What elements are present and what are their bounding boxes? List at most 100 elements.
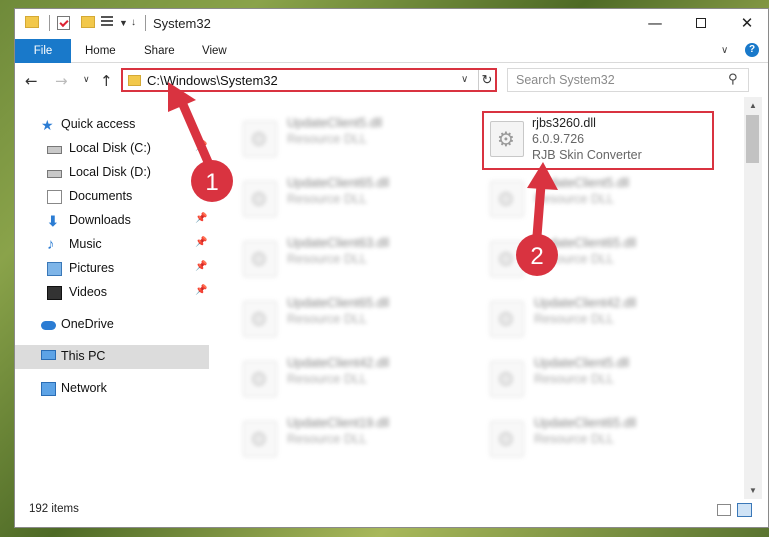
dll-file-icon	[490, 121, 524, 157]
file-name: UpdateClient65.dll	[287, 176, 390, 190]
sidebar-item-label: Documents	[69, 189, 133, 203]
file-type: Resource DLL	[534, 312, 614, 326]
sidebar-item-downloads[interactable]: ⬇ Downloads 📌	[15, 209, 209, 233]
sidebar-item-label: Network	[61, 381, 107, 395]
scroll-down-icon[interactable]: ▼	[744, 482, 762, 499]
sidebar-item-onedrive[interactable]: OneDrive	[15, 313, 209, 337]
pin-icon: 📌	[195, 285, 208, 296]
file-type: Resource DLL	[534, 192, 614, 206]
dll-file-icon	[490, 361, 524, 397]
film-icon	[47, 286, 62, 300]
scroll-thumb[interactable]	[746, 115, 759, 163]
properties-icon[interactable]	[57, 16, 70, 30]
file-name: UpdateClient65.dll	[534, 416, 637, 430]
file-type: Resource DLL	[287, 432, 367, 446]
back-button[interactable]: ←	[25, 72, 38, 90]
sidebar-item-videos[interactable]: Videos 📌	[15, 281, 209, 305]
tab-view[interactable]: View	[202, 39, 227, 63]
dll-file-icon	[243, 421, 277, 457]
file-name: UpdateClient42.dll	[534, 296, 637, 310]
tab-file[interactable]: File	[15, 39, 71, 63]
dll-file-icon	[490, 181, 524, 217]
file-type: Resource DLL	[287, 312, 367, 326]
sidebar-item-this-pc[interactable]: This PC	[15, 345, 209, 369]
file-item[interactable]: UpdateClient63.dll Resource DLL	[235, 231, 467, 287]
file-type: Resource DLL	[287, 372, 367, 386]
help-icon[interactable]: ?	[745, 43, 759, 57]
close-button[interactable]: ✕	[724, 9, 768, 39]
dll-file-icon	[490, 241, 524, 277]
file-list: UpdateClient5.dll Resource DLL UpdateCli…	[211, 97, 741, 497]
scroll-up-icon[interactable]: ▲	[744, 97, 762, 114]
documents-icon	[47, 190, 62, 204]
file-name: UpdateClient5.dll	[534, 176, 630, 190]
file-name: UpdateClient63.dll	[287, 236, 390, 250]
file-item[interactable]: UpdateClient42.dll Resource DLL	[235, 351, 467, 407]
sidebar-item-pictures[interactable]: Pictures 📌	[15, 257, 209, 281]
new-folder-icon[interactable]	[81, 16, 95, 28]
sidebar-item-local-disk-d[interactable]: Local Disk (D:)	[15, 161, 209, 185]
large-icons-view-icon[interactable]	[737, 503, 752, 517]
drive-icon	[47, 170, 62, 178]
up-button[interactable]: ↑	[100, 72, 113, 90]
file-item[interactable]: UpdateClient65.dll Resource DLL	[235, 171, 467, 227]
address-bar[interactable]: C:\Windows\System32 ∨ ↻	[121, 68, 497, 92]
file-name: UpdateClient65.dll	[534, 236, 637, 250]
sidebar-item-quick-access[interactable]: ★ Quick access	[15, 113, 209, 137]
pictures-icon	[47, 262, 62, 276]
refresh-button[interactable]: ↻	[478, 70, 495, 90]
sidebar-item-label: This PC	[61, 349, 106, 363]
file-item[interactable]: UpdateClient5.dll Resource DLL	[235, 111, 467, 167]
status-bar: 192 items	[15, 499, 768, 523]
file-description: RJB Skin Converter	[532, 148, 642, 162]
cloud-icon	[41, 321, 56, 330]
file-type: Resource DLL	[534, 372, 614, 386]
sidebar-item-documents[interactable]: Documents	[15, 185, 209, 209]
dll-file-icon	[243, 241, 277, 277]
address-path[interactable]: C:\Windows\System32	[147, 73, 278, 88]
file-item[interactable]: UpdateClient5.dll Resource DLL	[482, 351, 714, 407]
pin-icon[interactable]: ↓	[131, 17, 136, 28]
search-placeholder: Search System32	[516, 73, 615, 87]
file-type: Resource DLL	[534, 252, 614, 266]
pin-icon: 📌	[195, 213, 208, 224]
highlighted-file-item[interactable]: rjbs3260.dll 6.0.9.726 RJB Skin Converte…	[482, 111, 714, 170]
search-icon[interactable]: ⚲	[728, 72, 738, 87]
minimize-button[interactable]: —	[632, 9, 678, 39]
details-view-icon[interactable]	[717, 504, 731, 516]
view-icon[interactable]	[101, 16, 115, 29]
sidebar-item-music[interactable]: ♪ Music 📌	[15, 233, 209, 257]
sidebar-item-label: Quick access	[61, 117, 136, 131]
address-dropdown-icon[interactable]: ∨	[461, 74, 468, 85]
file-item[interactable]: UpdateClient42.dll Resource DLL	[482, 291, 714, 347]
window-title: System32	[153, 16, 211, 31]
maximize-button[interactable]	[678, 9, 724, 39]
forward-button[interactable]: →	[55, 72, 68, 90]
tab-home[interactable]: Home	[85, 39, 116, 63]
file-type: Resource DLL	[534, 432, 614, 446]
file-item[interactable]: UpdateClient65.dll Resource DLL	[482, 231, 714, 287]
maximize-icon	[696, 18, 706, 28]
computer-icon	[41, 350, 56, 360]
pin-icon: 📌	[195, 237, 208, 248]
file-item[interactable]: UpdateClient19.dll Resource DLL	[235, 411, 467, 467]
sidebar-item-label: Local Disk (D:)	[69, 165, 151, 179]
file-item[interactable]: UpdateClient5.dll Resource DLL	[482, 171, 714, 227]
file-explorer-window: ▼ ↓ System32 — ✕ File Home Share View ∨ …	[14, 8, 769, 528]
file-name: UpdateClient5.dll	[534, 356, 630, 370]
download-arrow-icon: ⬇	[47, 213, 59, 229]
recent-locations-icon[interactable]: ∨	[83, 75, 90, 85]
expand-ribbon-icon[interactable]: ∨	[721, 45, 728, 56]
file-type: Resource DLL	[287, 192, 367, 206]
navigation-pane: ★ Quick access Local Disk (C:) 📌 Local D…	[15, 97, 211, 497]
item-count: 192 items	[29, 503, 79, 515]
file-item[interactable]: UpdateClient65.dll Resource DLL	[482, 411, 714, 467]
customize-quick-access-icon[interactable]: ▼	[119, 18, 128, 28]
file-item[interactable]: UpdateClient65.dll Resource DLL	[235, 291, 467, 347]
tab-share[interactable]: Share	[144, 39, 175, 63]
sidebar-item-local-disk-c[interactable]: Local Disk (C:) 📌	[15, 137, 209, 161]
sidebar-item-network[interactable]: Network	[15, 377, 209, 401]
title-divider	[145, 15, 146, 31]
search-input[interactable]: Search System32 ⚲	[507, 68, 749, 92]
vertical-scrollbar[interactable]: ▲ ▼	[744, 97, 762, 499]
